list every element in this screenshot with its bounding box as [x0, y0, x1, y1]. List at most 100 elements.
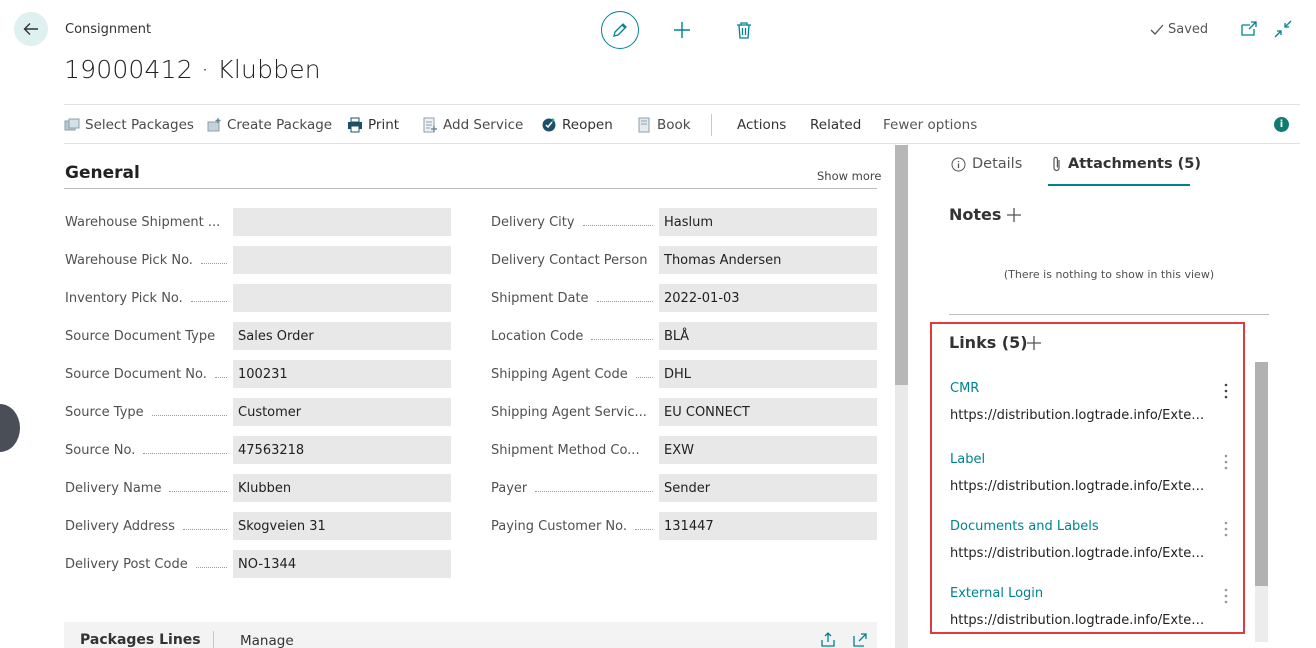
book-button[interactable]: Book — [636, 105, 691, 145]
field-input[interactable] — [233, 284, 451, 312]
manage-menu[interactable]: Manage — [240, 633, 294, 648]
field-input[interactable]: Skogveien 31 — [233, 512, 451, 540]
field-leader-dots — [636, 377, 653, 378]
field-label: Payer — [491, 480, 528, 496]
printer-icon — [347, 117, 363, 133]
field-label: Delivery Contact Person — [491, 252, 648, 268]
reopen-button[interactable]: Reopen — [541, 105, 613, 145]
field-input[interactable] — [233, 208, 451, 236]
field-input[interactable]: Sales Order — [233, 322, 451, 350]
edit-button[interactable] — [601, 11, 639, 49]
field-leader-dots — [152, 415, 227, 416]
actions-menu[interactable]: Actions — [737, 105, 786, 145]
link-name[interactable]: Documents and Labels — [950, 519, 1099, 534]
tab-details[interactable]: Details — [951, 156, 1022, 172]
create-package-button[interactable]: Create Package — [206, 105, 332, 145]
field-label: Warehouse Shipment ... — [65, 214, 221, 230]
notes-title: Notes — [949, 205, 1002, 224]
plus-icon — [1007, 208, 1021, 222]
field-label: Delivery Name — [65, 480, 162, 496]
field-input[interactable]: Sender — [659, 474, 877, 502]
field-leader-dots — [169, 491, 227, 492]
new-button[interactable] — [670, 18, 694, 42]
field-input[interactable]: 131447 — [659, 512, 877, 540]
expand-icon[interactable] — [852, 632, 868, 648]
info-icon[interactable]: i — [1274, 117, 1289, 132]
field-input[interactable]: NO-1344 — [233, 550, 451, 578]
more-options-icon[interactable] — [1219, 382, 1233, 400]
saved-status: Saved — [1150, 22, 1208, 37]
general-section-title: General — [65, 163, 140, 183]
related-menu[interactable]: Related — [810, 105, 861, 145]
field-leader-dots — [635, 529, 653, 530]
field-input[interactable]: Haslum — [659, 208, 877, 236]
more-options-icon[interactable] — [1219, 587, 1233, 605]
field-leader-dots — [591, 339, 653, 340]
arrow-left-icon — [23, 23, 38, 35]
field-input[interactable]: EU CONNECT — [659, 398, 877, 426]
field-input[interactable]: EXW — [659, 436, 877, 464]
breadcrumb: Consignment — [65, 22, 152, 37]
select-packages-button[interactable]: Select Packages — [64, 105, 194, 145]
add-link-button[interactable] — [1025, 334, 1043, 352]
field-leader-dots — [215, 377, 227, 378]
link-name[interactable]: Label — [950, 452, 985, 467]
link-url: https://distribution.logtrade.info/Exter… — [950, 546, 1206, 561]
field-input[interactable]: Klubben — [233, 474, 451, 502]
field-leader-dots — [597, 301, 653, 302]
collapse-icon — [1274, 20, 1292, 38]
field-input[interactable]: DHL — [659, 360, 877, 388]
field-leader-dots — [143, 453, 227, 454]
share-icon[interactable] — [820, 632, 836, 648]
tab-attachments[interactable]: Attachments (5) — [1052, 156, 1201, 172]
field-leader-dots — [201, 263, 227, 264]
field-label: Shipping Agent Code — [491, 366, 628, 382]
saved-label: Saved — [1168, 22, 1209, 37]
field-label: Delivery Post Code — [65, 556, 188, 572]
fewer-options-button[interactable]: Fewer options — [883, 105, 977, 145]
plus-icon — [674, 22, 690, 38]
create-package-icon — [206, 117, 222, 133]
factbox-scrollbar-thumb[interactable] — [1255, 362, 1268, 586]
reopen-icon — [541, 117, 557, 133]
navigation-circle-button[interactable] — [0, 404, 20, 452]
select-packages-icon — [64, 117, 80, 133]
show-more-link[interactable]: Show more — [817, 169, 881, 183]
notes-divider — [949, 314, 1269, 315]
field-input[interactable]: 47563218 — [233, 436, 451, 464]
field-label: Source No. — [65, 442, 136, 458]
link-url: https://distribution.logtrade.info/Exter… — [950, 613, 1206, 628]
add-note-button[interactable] — [1005, 206, 1023, 224]
more-options-icon[interactable] — [1219, 453, 1233, 471]
field-input[interactable]: BLÅ — [659, 322, 877, 350]
plus-icon — [1027, 336, 1041, 350]
field-label: Shipping Agent Servic... — [491, 404, 647, 420]
link-name[interactable]: External Login — [950, 586, 1043, 601]
field-leader-dots — [191, 301, 227, 302]
field-input[interactable]: 100231 — [233, 360, 451, 388]
field-input[interactable] — [233, 246, 451, 274]
field-label: Delivery Address — [65, 518, 175, 534]
add-service-button[interactable]: Add Service — [422, 105, 523, 145]
print-button[interactable]: Print — [347, 105, 399, 145]
field-input[interactable]: 2022-01-03 — [659, 284, 877, 312]
delete-button[interactable] — [732, 18, 756, 42]
field-input[interactable]: Customer — [233, 398, 451, 426]
collapse-button[interactable] — [1274, 20, 1294, 40]
open-new-window-button[interactable] — [1240, 20, 1260, 40]
link-url: https://distribution.logtrade.info/Exter… — [950, 479, 1206, 494]
book-icon — [636, 117, 652, 133]
page-title: 19000412 · Klubben — [64, 55, 321, 84]
back-button[interactable] — [14, 12, 48, 46]
notes-empty-message: (There is nothing to show in this view) — [1003, 268, 1215, 281]
section-divider — [64, 188, 877, 189]
checkmark-icon — [1150, 24, 1164, 35]
link-name[interactable]: CMR — [950, 381, 979, 396]
field-label: Paying Customer No. — [491, 518, 628, 534]
main-scrollbar-thumb[interactable] — [895, 145, 908, 385]
more-options-icon[interactable] — [1219, 520, 1233, 538]
field-label: Delivery City — [491, 214, 575, 230]
trash-icon — [737, 22, 751, 39]
field-label: Inventory Pick No. — [65, 290, 183, 306]
field-input[interactable]: Thomas Andersen — [659, 246, 877, 274]
